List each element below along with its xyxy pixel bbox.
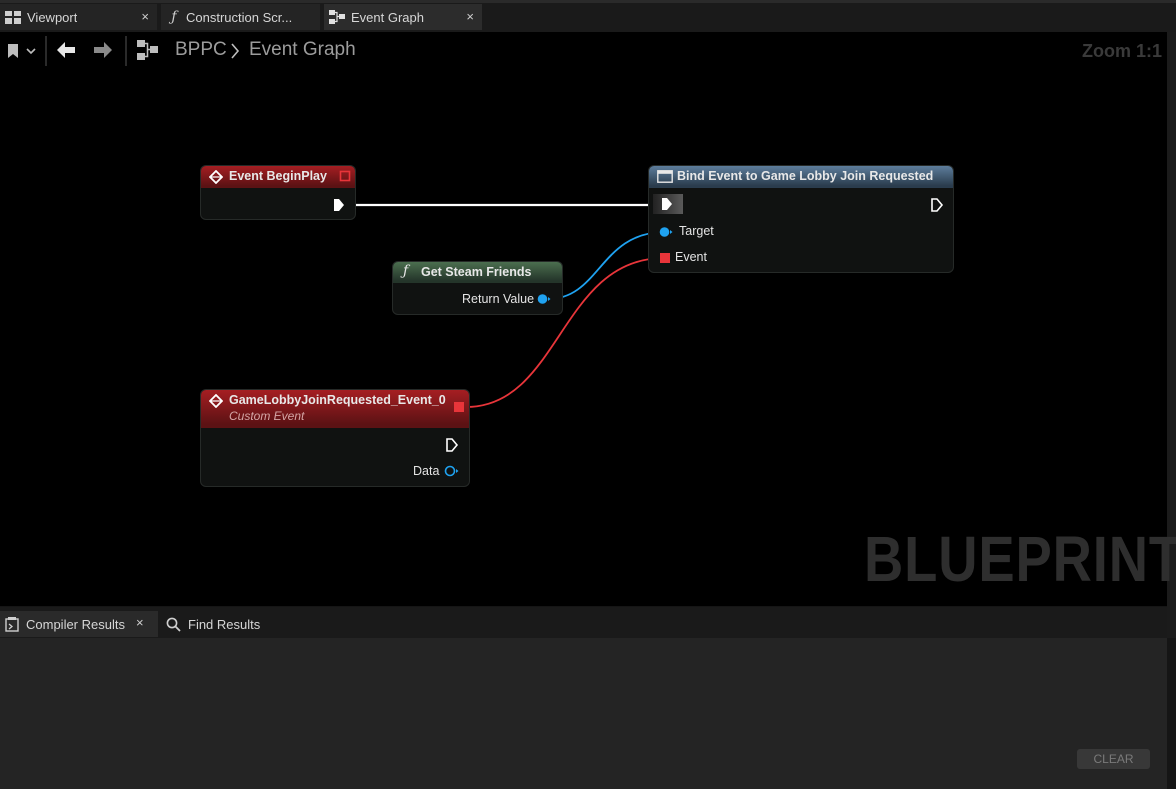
delegate-pin[interactable] bbox=[339, 170, 351, 182]
arrow-left-icon bbox=[57, 42, 75, 58]
pin-label-data: Data bbox=[413, 464, 440, 478]
event-icon bbox=[209, 170, 223, 184]
return-value-pin[interactable] bbox=[537, 293, 551, 305]
close-icon[interactable]: × bbox=[136, 615, 144, 630]
toolbar-separator bbox=[125, 36, 127, 66]
function-icon: ƒ bbox=[171, 9, 177, 25]
event-pin[interactable] bbox=[659, 252, 671, 264]
pin-label-event: Event bbox=[675, 250, 707, 264]
toolbar-separator bbox=[45, 36, 47, 66]
tab-label: Find Results bbox=[188, 616, 261, 632]
tab-construction-script[interactable]: ƒ Construction Scr... bbox=[161, 4, 320, 30]
bookmark-dropdown[interactable] bbox=[6, 41, 40, 61]
node-bind-event[interactable]: Bind Event to Game Lobby Join Requested … bbox=[649, 166, 953, 272]
exec-in-icon bbox=[662, 198, 672, 210]
breadcrumb-current: Event Graph bbox=[249, 39, 356, 60]
close-icon[interactable]: × bbox=[466, 9, 474, 24]
node-get-steam-friends[interactable]: Get Steam Friends ƒ Return Value bbox=[393, 262, 562, 314]
compiler-results-icon bbox=[5, 616, 19, 632]
node-custom-event[interactable]: GameLobbyJoinRequested_Event_0 Custom Ev… bbox=[201, 390, 469, 486]
delegate-pin[interactable] bbox=[453, 401, 465, 413]
chevron-down-icon bbox=[26, 48, 36, 55]
function-icon: ƒ bbox=[403, 263, 409, 279]
data-pin[interactable] bbox=[444, 465, 460, 477]
node-subtitle: Custom Event bbox=[229, 409, 305, 423]
target-pin[interactable] bbox=[659, 226, 673, 238]
search-icon bbox=[166, 617, 181, 632]
tab-event-graph[interactable]: Event Graph × bbox=[324, 4, 482, 30]
arrow-right-icon bbox=[94, 42, 112, 58]
tab-viewport[interactable]: Viewport × bbox=[0, 4, 157, 30]
close-icon[interactable]: × bbox=[141, 9, 149, 24]
exec-out-pin[interactable] bbox=[445, 437, 459, 453]
node-title: GameLobbyJoinRequested_Event_0 bbox=[229, 393, 446, 407]
clear-button[interactable]: CLEAR bbox=[1077, 749, 1150, 769]
exec-in-pin[interactable] bbox=[653, 194, 683, 214]
tab-label: Construction Scr... bbox=[186, 9, 293, 25]
pin-label-return-value: Return Value bbox=[462, 292, 535, 306]
node-title: Get Steam Friends bbox=[421, 265, 532, 279]
zoom-level: Zoom 1:1 bbox=[1081, 41, 1162, 61]
tab-label: Viewport bbox=[27, 9, 78, 25]
breadcrumb-root[interactable]: BPPC bbox=[175, 39, 227, 61]
node-event-beginplay[interactable]: Event BeginPlay bbox=[201, 166, 355, 219]
bookmark-icon bbox=[8, 44, 18, 58]
event-icon bbox=[209, 394, 223, 408]
tab-label: Event Graph bbox=[351, 9, 424, 25]
back-button[interactable] bbox=[55, 40, 77, 65]
pin-label-target: Target bbox=[679, 224, 714, 238]
forward-button[interactable] bbox=[92, 40, 114, 65]
node-title: Event BeginPlay bbox=[229, 169, 327, 183]
function-call-icon bbox=[657, 170, 673, 183]
exec-out-pin[interactable] bbox=[332, 197, 346, 213]
viewport-icon bbox=[5, 10, 21, 24]
blueprint-watermark: BLUEPRINT bbox=[864, 523, 1176, 595]
chevron-right-icon bbox=[231, 43, 240, 59]
node-title: Bind Event to Game Lobby Join Requested bbox=[677, 169, 934, 183]
graph-icon bbox=[137, 40, 159, 65]
exec-out-pin[interactable] bbox=[930, 197, 944, 213]
graph-icon bbox=[329, 10, 345, 24]
tab-compiler-results-content: Compiler Results bbox=[5, 611, 125, 637]
tab-find-results[interactable]: Find Results bbox=[166, 611, 260, 637]
compiler-results-panel bbox=[0, 638, 1167, 789]
tab-label: Compiler Results bbox=[26, 616, 125, 632]
event-graph-canvas[interactable] bbox=[0, 32, 1167, 606]
